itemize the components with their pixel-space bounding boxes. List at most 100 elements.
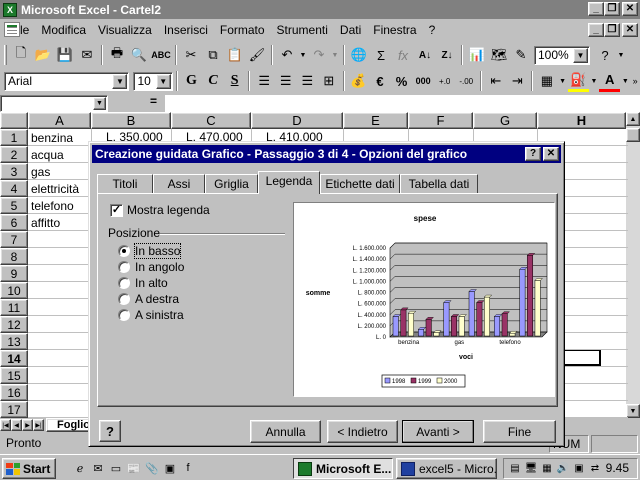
row-header-15[interactable]: 15 — [0, 367, 28, 384]
scroll-thumb[interactable] — [626, 128, 640, 142]
tab-legenda[interactable]: Legenda — [258, 171, 320, 194]
increase-decimal-icon[interactable]: +.0 — [434, 70, 456, 92]
taskbar-item-word[interactable]: excel5 - Micro... — [396, 458, 497, 479]
first-sheet-icon[interactable]: |◀ — [0, 419, 11, 431]
row-header-11[interactable]: 11 — [0, 299, 28, 316]
column-header-a[interactable]: A — [28, 112, 91, 129]
radio-a-sinistra[interactable]: A sinistra — [118, 308, 184, 322]
taskbar-item-excel[interactable]: Microsoft E... — [293, 458, 393, 479]
menu-modifica[interactable]: Modifica — [35, 23, 92, 37]
align-left-icon[interactable]: ☰ — [253, 70, 275, 92]
row-header-3[interactable]: 3 — [0, 163, 28, 180]
font-dropdown-icon[interactable]: ▼ — [112, 73, 128, 89]
back-button[interactable]: < Indietro — [327, 420, 398, 443]
drawing-icon[interactable]: ✎ — [510, 44, 532, 66]
row-header-16[interactable]: 16 — [0, 384, 28, 401]
toolbar-grip[interactable] — [4, 45, 7, 65]
next-button[interactable]: Avanti > — [402, 420, 474, 443]
prev-sheet-icon[interactable]: ◀ — [11, 419, 22, 431]
workbook-close-button[interactable]: ✕ — [622, 23, 638, 37]
menu-inserisci[interactable]: Inserisci — [158, 23, 214, 37]
media-icon[interactable]: 📎 — [144, 460, 160, 476]
next-sheet-icon[interactable]: ▶ — [22, 419, 33, 431]
print-icon[interactable]: 🖶 — [106, 44, 128, 66]
formula-equals[interactable]: = — [150, 94, 157, 108]
column-header-c[interactable]: C — [171, 112, 251, 129]
spelling-icon[interactable]: ABC — [150, 44, 172, 66]
sort-descending-icon[interactable]: Z↓ — [436, 44, 458, 66]
font-size-dropdown-icon[interactable]: ▼ — [155, 73, 171, 89]
row-header-9[interactable]: 9 — [0, 265, 28, 282]
outlook-express-icon[interactable]: ✉ — [90, 460, 106, 476]
tray-network-icon[interactable]: ⇄ — [588, 461, 602, 475]
fill-color-icon[interactable]: ⛽ — [567, 70, 590, 92]
finish-button[interactable]: Fine — [483, 420, 556, 443]
row-header-10[interactable]: 10 — [0, 282, 28, 299]
tray-scheduler-icon[interactable]: ▦ — [540, 461, 554, 475]
tray-monitor-icon[interactable]: ▣ — [572, 461, 586, 475]
menu-visualizza[interactable]: Visualizza — [92, 23, 158, 37]
fx-quicklaunch-icon[interactable]: f — [180, 460, 196, 476]
currency-style-icon[interactable]: 💰 — [348, 70, 370, 92]
scroll-down-icon[interactable]: ▼ — [626, 404, 640, 418]
row-header-6[interactable]: 6 — [0, 214, 28, 231]
row-header-13[interactable]: 13 — [0, 333, 28, 350]
copy-icon[interactable]: ⧉ — [202, 44, 224, 66]
font-color-dropdown-icon[interactable]: ▼ — [620, 70, 630, 92]
show-desktop-icon[interactable]: ▭ — [108, 460, 124, 476]
decrease-indent-icon[interactable]: ⇤ — [485, 70, 507, 92]
tray-app-icon[interactable]: ▤ — [508, 461, 522, 475]
select-all-corner[interactable] — [0, 112, 28, 129]
internet-explorer-icon[interactable]: ℯ — [72, 460, 88, 476]
menu-finestra[interactable]: Finestra — [367, 23, 422, 37]
cancel-button[interactable]: Annulla — [250, 420, 321, 443]
save-icon[interactable]: 💾 — [54, 44, 76, 66]
underline-icon[interactable]: S — [224, 70, 246, 92]
dialog-help-icon[interactable]: ? — [525, 147, 541, 161]
percent-style-icon[interactable]: % — [391, 70, 413, 92]
autosum-icon[interactable]: Σ — [370, 44, 392, 66]
cut-icon[interactable]: ✂ — [180, 44, 202, 66]
align-center-icon[interactable]: ☰ — [275, 70, 297, 92]
column-header-g[interactable]: G — [473, 112, 537, 129]
row-header-12[interactable]: 12 — [0, 316, 28, 333]
vertical-scrollbar[interactable]: ▲ ▼ — [626, 112, 640, 418]
office-assistant-button[interactable]: ? — [99, 420, 121, 442]
row-header-8[interactable]: 8 — [0, 248, 28, 265]
send-mail-icon[interactable]: ✉ — [76, 44, 98, 66]
zoom-dropdown-icon[interactable]: ▼ — [573, 47, 588, 63]
italic-icon[interactable]: C — [202, 70, 224, 92]
tray-speaker-icon[interactable]: 🔊 — [556, 461, 570, 475]
paste-icon[interactable]: 📋 — [224, 44, 246, 66]
workbook-minimize-button[interactable]: _ — [588, 23, 604, 37]
paste-function-icon[interactable]: fx — [392, 44, 414, 66]
merge-center-icon[interactable]: ⊞ — [318, 70, 340, 92]
menu-dati[interactable]: Dati — [334, 23, 367, 37]
menu-help[interactable]: ? — [423, 23, 442, 37]
font-size-select[interactable]: 10 ▼ — [133, 71, 173, 91]
map-icon[interactable]: 🗺 — [488, 44, 510, 66]
borders-icon[interactable]: ▦ — [536, 70, 558, 92]
print-preview-icon[interactable]: 🔍 — [128, 44, 150, 66]
minimize-button[interactable]: _ — [588, 2, 604, 16]
clock[interactable]: 9.45 — [606, 461, 629, 475]
excel-app-icon[interactable]: X — [3, 2, 17, 17]
workbook-restore-button[interactable]: ❐ — [604, 23, 620, 37]
tab-tabella-dati[interactable]: Tabella dati — [400, 174, 478, 194]
column-header-b[interactable]: B — [91, 112, 171, 129]
row-header-5[interactable]: 5 — [0, 197, 28, 214]
column-header-e[interactable]: E — [343, 112, 408, 129]
undo-dropdown-icon[interactable]: ▼ — [298, 44, 308, 66]
show-legend-checkbox[interactable]: ✓ Mostra legenda — [110, 203, 210, 217]
maximize-button[interactable]: ❐ — [604, 2, 620, 16]
undo-icon[interactable]: ↶ — [276, 44, 298, 66]
tray-display-icon[interactable]: 🖥 — [524, 461, 538, 475]
row-header-4[interactable]: 4 — [0, 180, 28, 197]
name-box[interactable]: ▼ — [0, 95, 108, 112]
font-select[interactable]: Arial ▼ — [4, 71, 130, 91]
menu-strumenti[interactable]: Strumenti — [271, 23, 334, 37]
decrease-decimal-icon[interactable]: -.00 — [455, 70, 477, 92]
hyperlink-icon[interactable]: 🌐 — [348, 44, 370, 66]
radio-a-destra[interactable]: A destra — [118, 292, 179, 306]
help-dropdown-icon[interactable]: ▼ — [616, 44, 626, 66]
